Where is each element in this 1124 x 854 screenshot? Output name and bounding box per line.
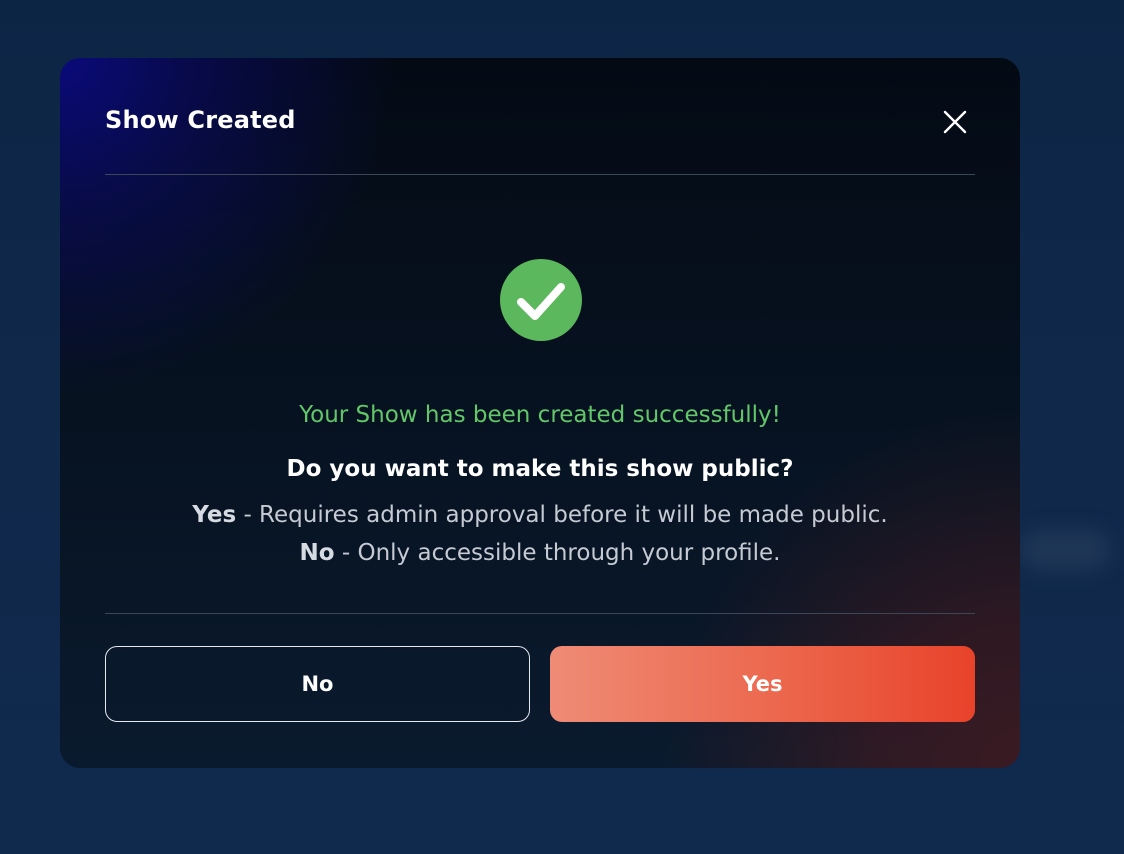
dialog-header: Show Created xyxy=(105,58,975,175)
yes-option-description: Yes - Requires admin approval before it … xyxy=(60,502,1020,528)
success-message: Your Show has been created successfully! xyxy=(299,402,781,428)
public-question: Do you want to make this show public? xyxy=(286,456,794,482)
check-circle-icon xyxy=(500,259,582,341)
blurred-background-element xyxy=(1020,530,1110,570)
dialog-title: Show Created xyxy=(105,106,296,134)
footer-divider xyxy=(105,613,975,614)
no-option-text: - Only accessible through your profile. xyxy=(334,540,781,566)
show-created-dialog: Show Created Your Show has been created … xyxy=(60,58,1020,768)
no-option-label: No xyxy=(299,540,335,566)
close-icon xyxy=(943,110,967,134)
yes-option-text: - Requires admin approval before it will… xyxy=(236,502,888,528)
yes-button[interactable]: Yes xyxy=(550,646,975,722)
yes-option-label: Yes xyxy=(192,502,237,528)
no-option-description: No - Only accessible through your profil… xyxy=(60,540,1020,566)
close-button[interactable] xyxy=(941,108,969,136)
no-button[interactable]: No xyxy=(105,646,530,722)
